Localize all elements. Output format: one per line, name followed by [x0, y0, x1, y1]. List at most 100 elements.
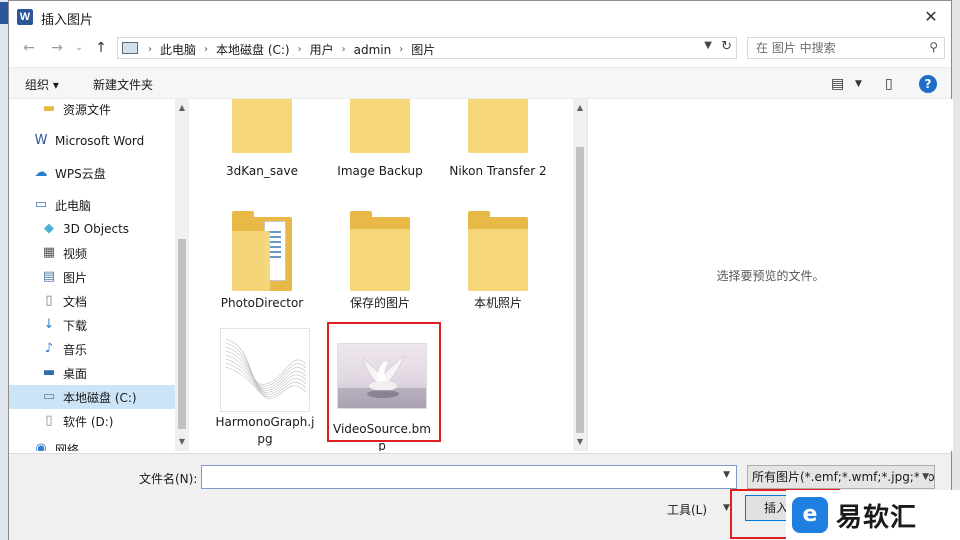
filename-field[interactable]: ▼: [201, 465, 737, 489]
file-name: HarmonoGraph.jpg: [215, 415, 315, 446]
computer-icon: ▭: [34, 197, 48, 212]
folder-item[interactable]: Image Backup: [325, 99, 435, 180]
cloud-icon: ☁: [34, 165, 48, 180]
file-type-value: 所有图片(*.emf;*.wmf;*.jpg;*.jpeg;*.jpe;*.pn…: [752, 470, 935, 484]
sidebar-item[interactable]: ▦ 视频: [9, 241, 175, 265]
sidebar-item-label: 软件 (D:): [63, 414, 114, 429]
view-options-icon[interactable]: ▤: [831, 76, 844, 92]
search-icon[interactable]: ⚲: [929, 40, 938, 54]
harmonograph-thumbnail: [220, 328, 310, 412]
sidebar-item[interactable]: ▤ 图片: [9, 265, 175, 289]
file-name: PhotoDirector: [220, 296, 304, 310]
watermark-logo: e 易软汇: [786, 490, 960, 540]
recent-locations-button[interactable]: ⌄: [69, 37, 89, 59]
filename-input[interactable]: [202, 466, 712, 488]
file-name: Image Backup: [337, 164, 423, 178]
sidebar-item[interactable]: W Microsoft Word: [9, 129, 175, 153]
sidebar-item[interactable]: ☁ WPS云盘: [9, 161, 175, 185]
cube-icon: ◆: [44, 221, 54, 236]
folder-icon: [466, 211, 530, 291]
tools-button[interactable]: 工具(L): [667, 501, 707, 518]
scrollbar-thumb[interactable]: [576, 147, 584, 433]
sidebar-item[interactable]: ◆ 3D Objects: [9, 217, 175, 241]
sidebar-item[interactable]: ◉ 网络: [9, 437, 175, 452]
breadcrumb-separator: ›: [341, 44, 346, 55]
sidebar-item[interactable]: ▯ 软件 (D:): [9, 409, 175, 433]
up-button[interactable]: ↑: [91, 37, 111, 59]
folder-item[interactable]: Nikon Transfer 2: [443, 99, 553, 180]
file-list-scrollbar[interactable]: ▲ ▼: [573, 99, 587, 451]
breadcrumb-local-disk[interactable]: 本地磁盘 (C:): [216, 41, 290, 58]
scrollbar-thumb[interactable]: [178, 239, 186, 429]
word-app-icon: W: [17, 9, 33, 25]
folder-item[interactable]: 保存的图片: [325, 211, 435, 312]
sidebar-item-label: 下载: [63, 318, 88, 333]
breadcrumb-separator: ›: [204, 44, 209, 55]
sidebar-item-label: WPS云盘: [55, 166, 106, 181]
document-icon: ▯: [45, 293, 53, 308]
breadcrumb: › 此电脑 › 本地磁盘 (C:) › 用户 › admin › 图片: [140, 41, 435, 58]
scroll-up-icon[interactable]: ▲: [175, 101, 189, 115]
sidebar-item-label: 资源文件: [63, 102, 112, 117]
search-box[interactable]: ⚲: [747, 37, 945, 59]
navigation-bar: ← → ⌄ ↑ › 此电脑 › 本地磁盘 (C:) › 用户 › admin ›…: [9, 33, 951, 63]
sidebar-item[interactable]: ▭ 本地磁盘 (C:): [9, 385, 175, 409]
file-name: 保存的图片: [349, 296, 410, 310]
sidebar-item-label: 文档: [63, 294, 88, 309]
sidebar-item[interactable]: ↓ 下载: [9, 313, 175, 337]
back-button[interactable]: ←: [19, 37, 39, 59]
folder-icon: [348, 99, 412, 159]
chevron-down-icon[interactable]: ▼: [919, 466, 929, 488]
scroll-down-icon[interactable]: ▼: [175, 435, 189, 449]
file-name: Nikon Transfer 2: [449, 164, 547, 178]
refresh-icon[interactable]: ↻: [721, 39, 732, 54]
folder-item[interactable]: PhotoDirector: [207, 211, 317, 312]
tools-chevron-icon[interactable]: ▼: [723, 503, 730, 513]
word-icon: W: [34, 133, 48, 148]
scroll-up-icon[interactable]: ▲: [573, 101, 587, 115]
file-type-select[interactable]: 所有图片(*.emf;*.wmf;*.jpg;*.jpeg;*.jpe;*.pn…: [747, 465, 935, 489]
folder-icon: [230, 99, 294, 159]
pictures-location-icon: [122, 42, 138, 54]
close-button[interactable]: ✕: [917, 5, 945, 29]
breadcrumb-admin[interactable]: admin: [354, 43, 392, 57]
sidebar-item-label: 网络: [55, 442, 80, 452]
breadcrumb-separator: ›: [297, 44, 302, 55]
view-options-chevron-icon[interactable]: ▼: [855, 79, 862, 89]
command-toolbar: 组织 ▾ 新建文件夹 ▤ ▼ ▯ ?: [9, 67, 951, 99]
forward-button[interactable]: →: [47, 37, 67, 59]
music-icon: ♪: [44, 341, 54, 356]
sidebar-item-label: 此电脑: [55, 198, 92, 213]
folder-icon: [348, 211, 412, 291]
address-bar[interactable]: › 此电脑 › 本地磁盘 (C:) › 用户 › admin › 图片 ▼ ↻: [117, 37, 737, 59]
preview-pane-icon[interactable]: ▯: [885, 76, 893, 92]
folder-document-icon: [230, 211, 294, 291]
new-folder-button[interactable]: 新建文件夹: [93, 76, 153, 93]
sidebar-item[interactable]: ♪ 音乐: [9, 337, 175, 361]
file-name: 3dKan_save: [226, 164, 298, 178]
chevron-down-icon[interactable]: ▼: [723, 470, 730, 480]
title-bar: W 插入图片 ✕: [9, 1, 951, 33]
sidebar-item-label: 音乐: [63, 342, 88, 357]
preview-pane: 选择要预览的文件。: [587, 99, 953, 451]
search-input[interactable]: [756, 38, 926, 58]
chevron-down-icon[interactable]: ▼: [704, 40, 712, 51]
organize-button[interactable]: 组织 ▾: [25, 76, 59, 93]
sidebar-item[interactable]: ▭ 此电脑: [9, 193, 175, 217]
scroll-down-icon[interactable]: ▼: [573, 435, 587, 449]
sidebar-item[interactable]: ▬ 资源文件: [9, 99, 175, 121]
breadcrumb-pictures[interactable]: 图片: [411, 41, 435, 58]
breadcrumb-users[interactable]: 用户: [310, 41, 334, 58]
help-icon[interactable]: ?: [919, 75, 937, 93]
folder-item[interactable]: 3dKan_save: [207, 99, 317, 180]
image-file-item[interactable]: HarmonoGraph.jpg: [215, 328, 315, 448]
selection-highlight-box: [327, 322, 441, 442]
sidebar-item-label: Microsoft Word: [55, 134, 145, 148]
dialog-title: 插入图片: [41, 13, 94, 28]
sidebar-item[interactable]: ▬ 桌面: [9, 361, 175, 385]
navigation-pane-scrollbar[interactable]: ▲ ▼: [175, 99, 189, 451]
folder-item[interactable]: 本机照片: [443, 211, 553, 312]
breadcrumb-this-pc[interactable]: 此电脑: [160, 41, 196, 58]
insert-picture-dialog: W 插入图片 ✕ ← → ⌄ ↑ › 此电脑 › 本地磁盘 (C:) › 用户 …: [8, 0, 953, 540]
sidebar-item[interactable]: ▯ 文档: [9, 289, 175, 313]
